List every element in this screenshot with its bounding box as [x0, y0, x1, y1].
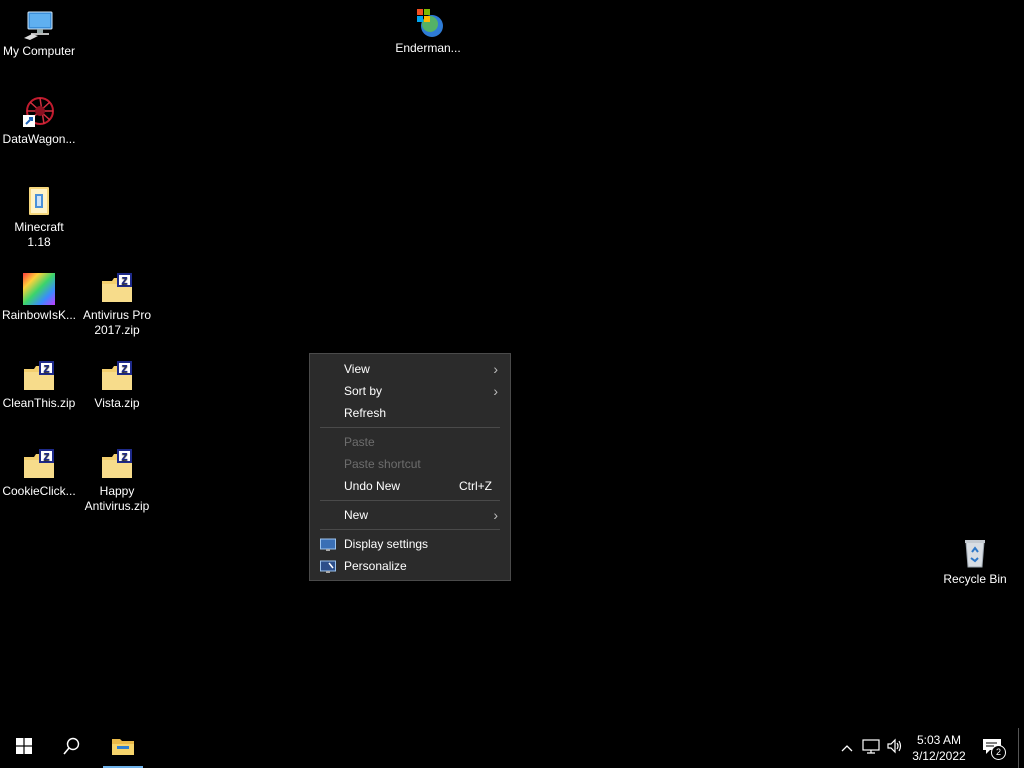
computer-icon [22, 8, 56, 42]
menu-separator [320, 500, 500, 501]
red-flower-shortcut-icon [22, 96, 56, 130]
start-button[interactable] [0, 728, 48, 768]
network-tray-button[interactable] [860, 728, 882, 768]
chevron-right-icon: › [493, 507, 498, 523]
network-icon [862, 738, 880, 759]
menu-item-label: Refresh [344, 406, 387, 420]
chevron-up-icon [841, 739, 853, 757]
desktop-icon-label: CookieClick... [2, 484, 76, 498]
menu-item-sort-by[interactable]: Sort by › [310, 380, 510, 402]
clock-time: 5:03 AM [916, 733, 962, 747]
desktop-icon-label: Happy Antivirus.zip [84, 484, 150, 513]
menu-item-refresh[interactable]: Refresh [310, 402, 510, 424]
svg-text:Z: Z [121, 364, 127, 375]
notification-count-badge: 2 [991, 745, 1006, 760]
desktop-icon-label: Enderman... [395, 41, 461, 55]
menu-item-label: Undo New [344, 479, 401, 493]
menu-item-label: Personalize [344, 559, 407, 573]
folder-icon [22, 184, 56, 218]
taskbar-clock[interactable]: 5:03 AM 3/12/2022 [903, 728, 975, 768]
menu-item-label: Paste [344, 435, 375, 449]
show-desktop-button[interactable] [1018, 728, 1024, 768]
chevron-right-icon: › [493, 383, 498, 399]
clock-date: 3/12/2022 [912, 749, 966, 763]
menu-item-label: View [344, 362, 370, 376]
menu-separator [320, 427, 500, 428]
display-settings-icon [320, 537, 336, 551]
desktop[interactable]: My Computer Enderman... DataWagon... Min… [0, 0, 1024, 728]
desktop-icon-antivirus-pro-zip[interactable]: Z Antivirus Pro 2017.zip [78, 272, 156, 338]
menu-item-new[interactable]: New › [310, 504, 510, 526]
show-hidden-icons-button[interactable] [838, 728, 856, 768]
zip-folder-icon: Z [22, 448, 56, 482]
desktop-icon-cleanthis-zip[interactable]: Z CleanThis.zip [0, 360, 78, 411]
zip-folder-icon: Z [100, 360, 134, 394]
menu-item-view[interactable]: View › [310, 358, 510, 380]
desktop-icon-rainbowisk[interactable]: RainbowIsK... [0, 272, 78, 323]
svg-text:Z: Z [43, 364, 49, 375]
windows-logo-icon [16, 737, 32, 759]
menu-item-paste: Paste [310, 431, 510, 453]
svg-text:Z: Z [121, 276, 127, 287]
desktop-icon-recycle-bin[interactable]: Recycle Bin [936, 536, 1014, 587]
rainbow-app-icon [22, 272, 56, 306]
personalize-icon [320, 559, 336, 573]
desktop-icon-label: CleanThis.zip [2, 396, 76, 410]
zip-folder-icon: Z [22, 360, 56, 394]
desktop-icon-datawagon[interactable]: DataWagon... [0, 96, 78, 147]
desktop-icon-vista-zip[interactable]: Z Vista.zip [78, 360, 156, 411]
desktop-icon-label: Vista.zip [94, 396, 140, 410]
chevron-right-icon: › [493, 361, 498, 377]
menu-item-undo-new[interactable]: Undo New Ctrl+Z [310, 475, 510, 497]
svg-text:Z: Z [121, 452, 127, 463]
taskbar-file-explorer[interactable] [98, 728, 148, 768]
search-button[interactable] [48, 728, 96, 768]
desktop-icon-happy-antivirus-zip[interactable]: Z Happy Antivirus.zip [78, 448, 156, 514]
zip-folder-icon: Z [100, 448, 134, 482]
desktop-icon-enderman[interactable]: Enderman... [389, 5, 467, 56]
desktop-icon-my-computer[interactable]: My Computer [0, 8, 78, 59]
menu-separator [320, 529, 500, 530]
recycle-bin-icon [958, 536, 992, 570]
desktop-icon-label: RainbowIsK... [1, 308, 77, 322]
desktop-icon-label: DataWagon... [2, 132, 76, 146]
desktop-icon-label: Minecraft 1.18 [14, 220, 64, 249]
zip-folder-icon: Z [100, 272, 134, 306]
action-center-button[interactable]: 2 [978, 728, 1008, 768]
desktop-icon-cookieclick-zip[interactable]: Z CookieClick... [0, 448, 78, 499]
menu-item-label: Paste shortcut [344, 457, 421, 471]
desktop-context-menu: View › Sort by › Refresh Paste Paste sho… [309, 353, 511, 581]
desktop-icon-minecraft-folder[interactable]: Minecraft 1.18 [0, 184, 78, 250]
desktop-icon-label: Recycle Bin [943, 572, 1007, 586]
file-explorer-icon [111, 736, 135, 761]
menu-item-personalize[interactable]: Personalize [310, 555, 510, 577]
notification-icon: 2 [982, 738, 1006, 760]
taskbar: 2 [0, 728, 1024, 768]
windows-globe-icon [411, 5, 445, 39]
menu-item-display-settings[interactable]: Display settings [310, 533, 510, 555]
desktop-icon-label: Antivirus Pro 2017.zip [82, 308, 152, 337]
search-icon [63, 737, 81, 760]
keyboard-shortcut: Ctrl+Z [459, 479, 492, 493]
menu-item-label: Display settings [344, 537, 429, 551]
svg-text:Z: Z [43, 452, 49, 463]
desktop-icon-label: My Computer [2, 44, 76, 58]
menu-item-label: New [344, 508, 369, 522]
menu-item-paste-shortcut: Paste shortcut [310, 453, 510, 475]
menu-item-label: Sort by [344, 384, 383, 398]
volume-icon [886, 738, 904, 759]
